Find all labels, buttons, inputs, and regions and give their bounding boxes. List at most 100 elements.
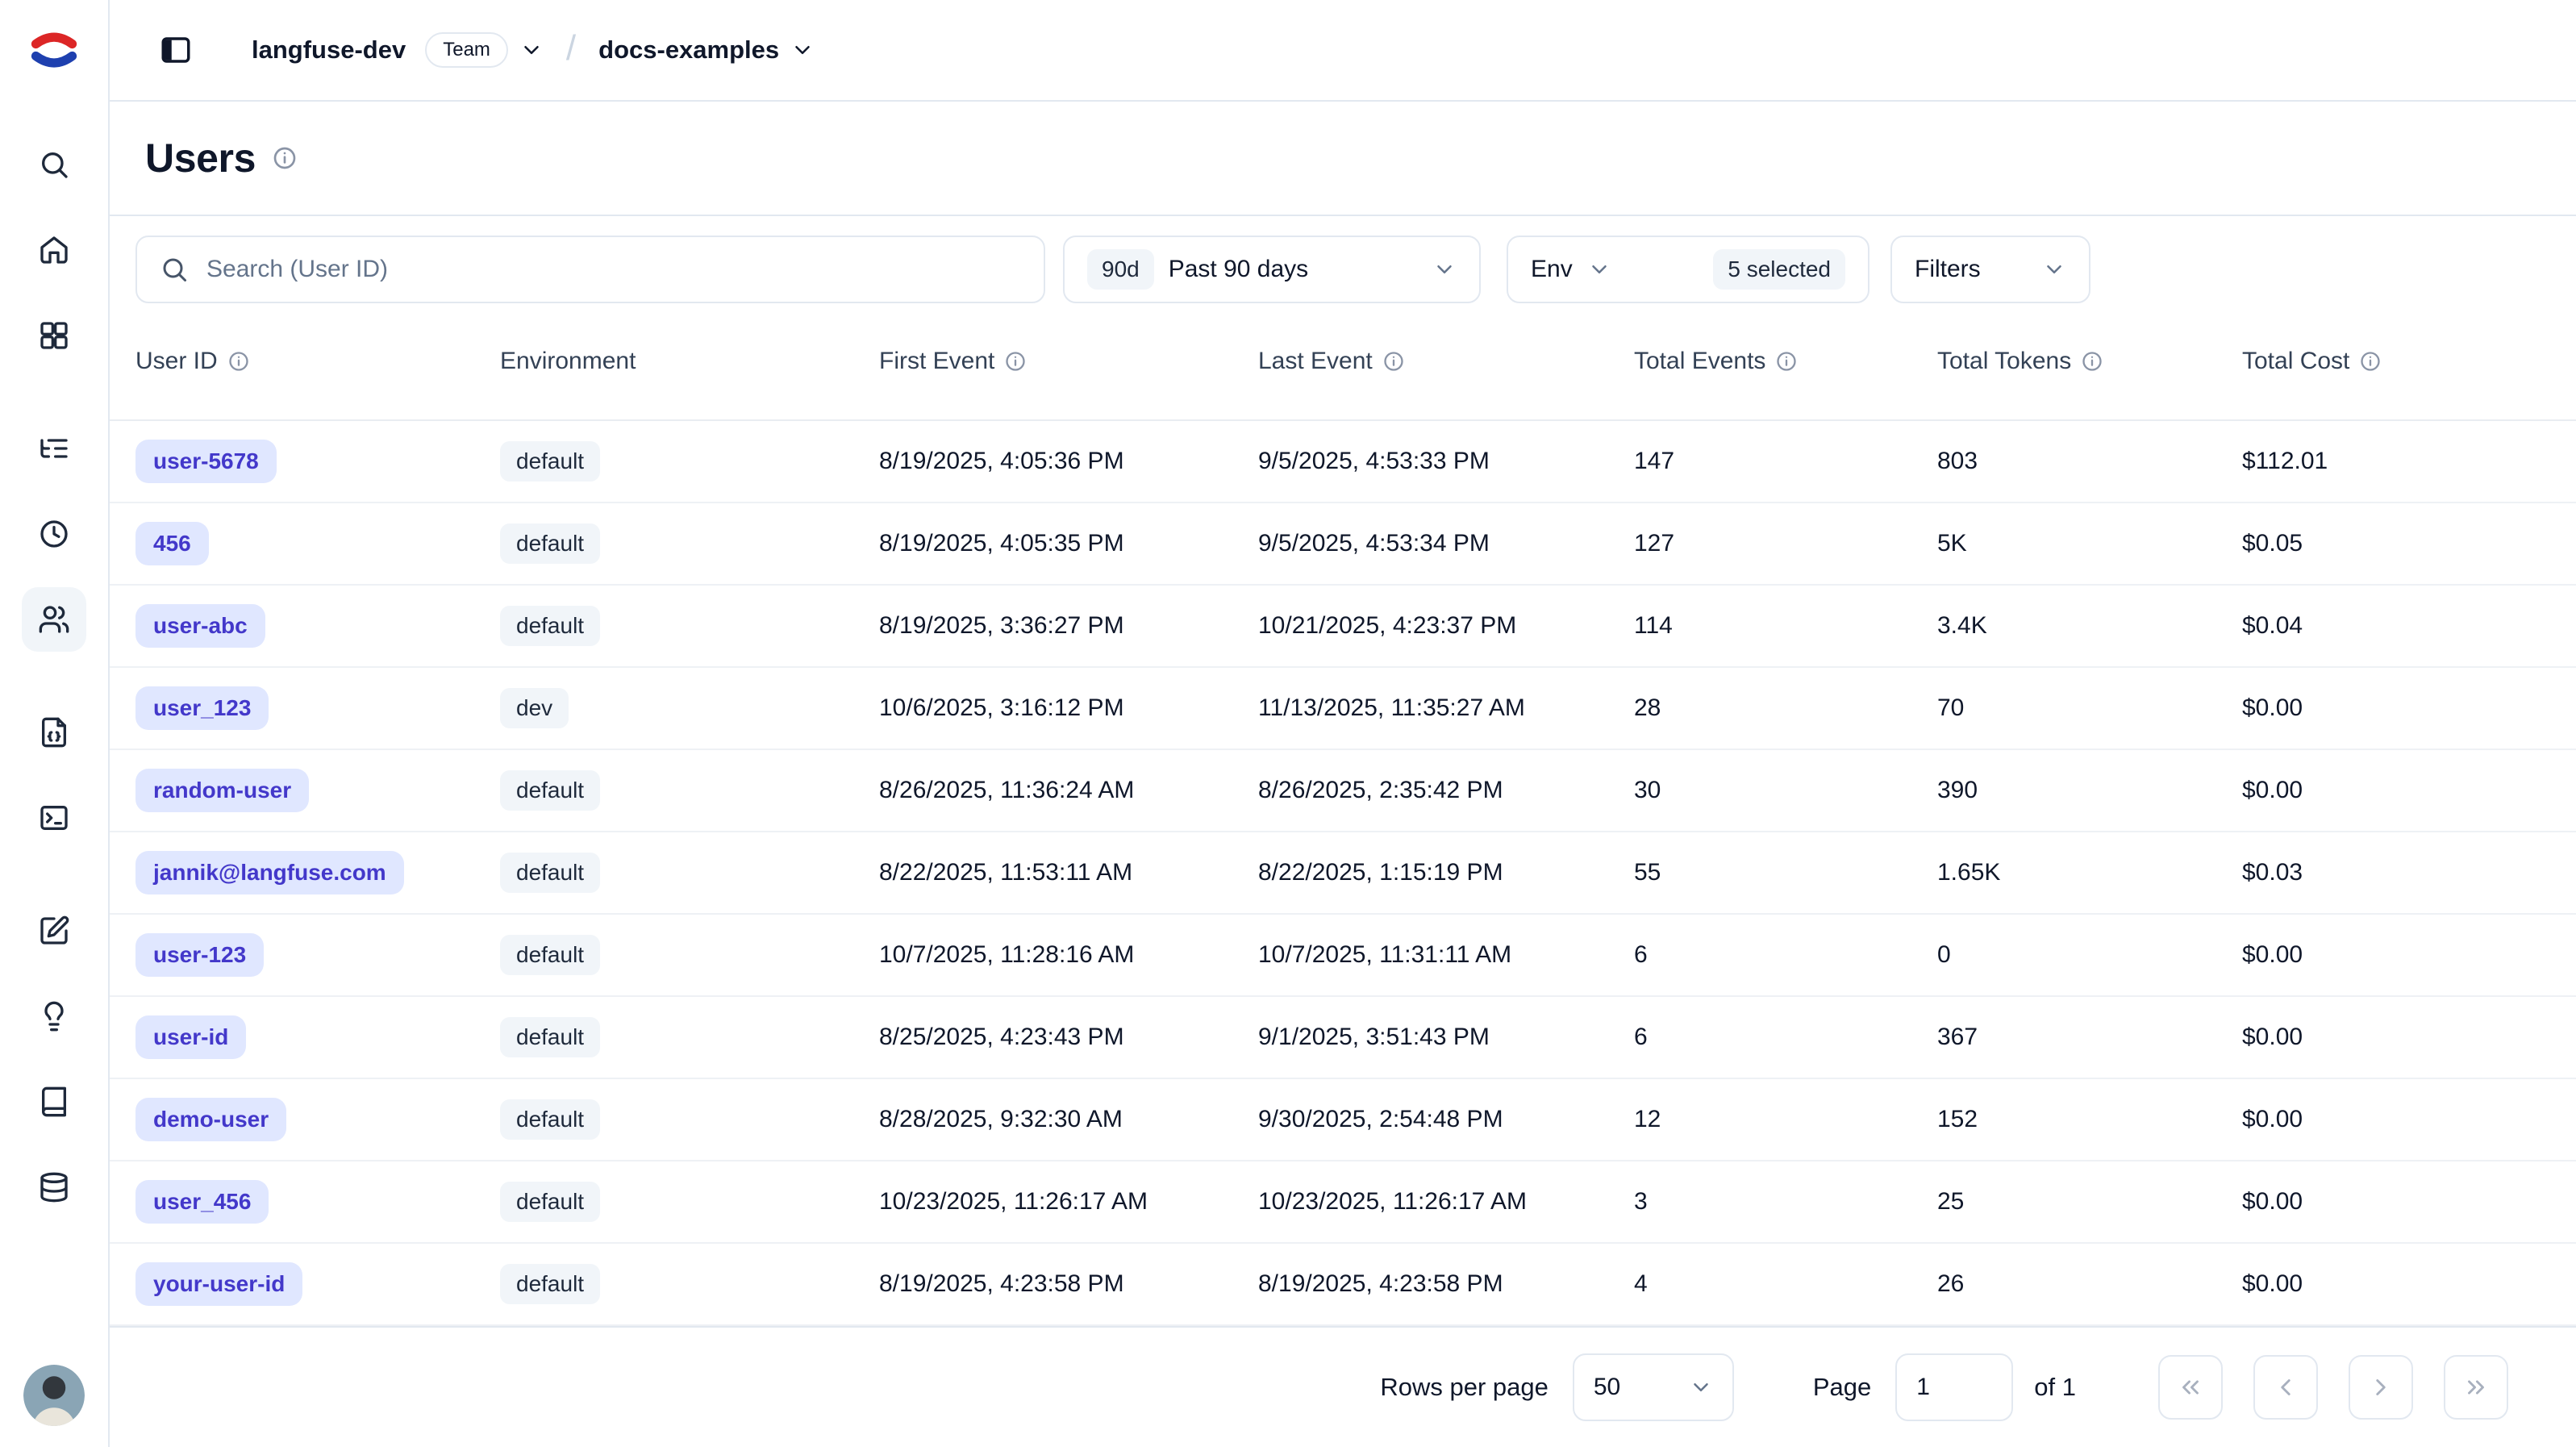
column-header-total-cost[interactable]: Total Cost	[2242, 348, 2550, 375]
table-row[interactable]: user-id default 8/25/2025, 4:23:43 PM 9/…	[110, 997, 2576, 1079]
total-events-cell: 6	[1634, 941, 1937, 969]
column-header-user-id[interactable]: User ID	[135, 348, 500, 375]
environment-cell: default	[500, 441, 879, 482]
environment-badge: default	[500, 1099, 600, 1140]
environment-badge: default	[500, 523, 600, 564]
env-label: Env	[1531, 256, 1573, 283]
sidebar-item-users[interactable]	[22, 587, 86, 652]
search-input[interactable]	[206, 256, 1021, 283]
org-selector[interactable]: langfuse-dev Team	[252, 32, 544, 69]
environment-cell: default	[500, 853, 879, 893]
sidebar-item-playground[interactable]	[22, 786, 86, 850]
environment-select[interactable]: Env 5 selected	[1507, 236, 1869, 303]
database-icon	[38, 1171, 70, 1203]
search-box	[135, 236, 1045, 303]
last-event-cell: 9/5/2025, 4:53:34 PM	[1258, 530, 1634, 557]
sidebar-item-home[interactable]	[22, 218, 86, 282]
first-event-cell: 8/19/2025, 3:36:27 PM	[879, 612, 1258, 640]
user-id-badge[interactable]: demo-user	[135, 1098, 286, 1141]
total-cost-cell: $0.05	[2242, 530, 2550, 557]
clock-icon	[38, 518, 70, 550]
sidebar-item-dashboards[interactable]	[22, 303, 86, 368]
column-header-total-tokens[interactable]: Total Tokens	[1937, 348, 2242, 375]
last-page-button[interactable]	[2444, 1355, 2508, 1420]
prev-page-button[interactable]	[2253, 1355, 2318, 1420]
first-event-cell: 8/19/2025, 4:23:58 PM	[879, 1270, 1258, 1298]
first-event-cell: 8/19/2025, 4:05:35 PM	[879, 530, 1258, 557]
sidebar-item-sessions[interactable]	[22, 502, 86, 566]
filters-button[interactable]: Filters	[1890, 236, 2090, 303]
total-events-cell: 28	[1634, 694, 1937, 722]
first-event-cell: 10/23/2025, 11:26:17 AM	[879, 1188, 1258, 1216]
rows-per-page-label: Rows per page	[1380, 1373, 1549, 1402]
info-icon	[1382, 350, 1405, 373]
date-range-select[interactable]: 90d Past 90 days	[1063, 236, 1481, 303]
user-avatar[interactable]	[23, 1365, 85, 1426]
sidebar-item-tracing[interactable]	[22, 416, 86, 481]
user-id-badge[interactable]: user_456	[135, 1180, 269, 1224]
table-row[interactable]: user_456 default 10/23/2025, 11:26:17 AM…	[110, 1161, 2576, 1244]
user-id-cell: user-123	[135, 933, 500, 977]
column-header-environment[interactable]: Environment	[500, 348, 879, 375]
environment-cell: default	[500, 770, 879, 811]
table-row[interactable]: user-123 default 10/7/2025, 11:28:16 AM …	[110, 915, 2576, 997]
user-id-badge[interactable]: 456	[135, 522, 209, 565]
user-id-badge[interactable]: user-id	[135, 1015, 246, 1059]
first-event-cell: 8/28/2025, 9:32:30 AM	[879, 1106, 1258, 1133]
rows-per-page-select[interactable]: 50	[1573, 1353, 1734, 1421]
column-header-total-events[interactable]: Total Events	[1634, 348, 1937, 375]
page-header: Users	[110, 102, 2576, 216]
table-row[interactable]: your-user-id default 8/19/2025, 4:23:58 …	[110, 1244, 2576, 1326]
user-id-badge[interactable]: user-123	[135, 933, 264, 977]
user-id-badge[interactable]: user_123	[135, 686, 269, 730]
environment-badge: default	[500, 1264, 600, 1304]
user-id-badge[interactable]: user-abc	[135, 604, 265, 648]
first-event-cell: 10/6/2025, 3:16:12 PM	[879, 694, 1258, 722]
project-selector[interactable]: docs-examples	[598, 35, 815, 65]
user-id-badge[interactable]: jannik@langfuse.com	[135, 851, 404, 894]
table-row[interactable]: jannik@langfuse.com default 8/22/2025, 1…	[110, 832, 2576, 915]
sidebar-toggle-button[interactable]	[148, 23, 203, 77]
sidebar-item-evaluation[interactable]	[22, 899, 86, 963]
total-tokens-cell: 25	[1937, 1188, 2242, 1216]
sidebar-item-database[interactable]	[22, 1155, 86, 1220]
total-tokens-cell: 803	[1937, 448, 2242, 475]
user-id-badge[interactable]: user-5678	[135, 440, 277, 483]
user-id-cell: 456	[135, 522, 500, 565]
info-icon[interactable]	[272, 145, 298, 171]
total-tokens-cell: 390	[1937, 777, 2242, 804]
table-row[interactable]: random-user default 8/26/2025, 11:36:24 …	[110, 750, 2576, 832]
total-events-cell: 4	[1634, 1270, 1937, 1298]
sidebar-item-search[interactable]	[22, 132, 86, 197]
environment-badge: default	[500, 1017, 600, 1057]
page-label: Page	[1813, 1373, 1871, 1402]
env-selected-badge: 5 selected	[1713, 249, 1845, 290]
column-header-last-event[interactable]: Last Event	[1258, 348, 1634, 375]
table-row[interactable]: demo-user default 8/28/2025, 9:32:30 AM …	[110, 1079, 2576, 1161]
first-page-button[interactable]	[2158, 1355, 2223, 1420]
table-row[interactable]: user-5678 default 8/19/2025, 4:05:36 PM …	[110, 421, 2576, 503]
user-id-badge[interactable]: your-user-id	[135, 1262, 302, 1306]
column-label: Total Cost	[2242, 348, 2349, 375]
page-number-input[interactable]	[1895, 1353, 2013, 1421]
total-cost-cell: $0.00	[2242, 777, 2550, 804]
column-header-first-event[interactable]: First Event	[879, 348, 1258, 375]
user-id-badge[interactable]: random-user	[135, 769, 309, 812]
table-row[interactable]: user_123 dev 10/6/2025, 3:16:12 PM 11/13…	[110, 668, 2576, 750]
table-row[interactable]: 456 default 8/19/2025, 4:05:35 PM 9/5/20…	[110, 503, 2576, 586]
org-name: langfuse-dev	[252, 35, 406, 65]
sidebar-item-prompts[interactable]	[22, 700, 86, 765]
next-page-button[interactable]	[2349, 1355, 2413, 1420]
date-range-badge: 90d	[1087, 249, 1154, 290]
last-event-cell: 9/30/2025, 2:54:48 PM	[1258, 1106, 1634, 1133]
environment-cell: default	[500, 1017, 879, 1057]
langfuse-logo[interactable]	[30, 26, 78, 74]
table-row[interactable]: user-abc default 8/19/2025, 3:36:27 PM 1…	[110, 586, 2576, 668]
square-pen-icon	[38, 915, 70, 947]
sidebar-item-datasets[interactable]	[22, 1070, 86, 1134]
lightbulb-icon	[38, 1000, 70, 1032]
chevron-down-icon	[1432, 257, 1457, 281]
sidebar-item-scores[interactable]	[22, 984, 86, 1049]
pager-buttons	[2158, 1355, 2508, 1420]
last-event-cell: 9/1/2025, 3:51:43 PM	[1258, 1024, 1634, 1051]
